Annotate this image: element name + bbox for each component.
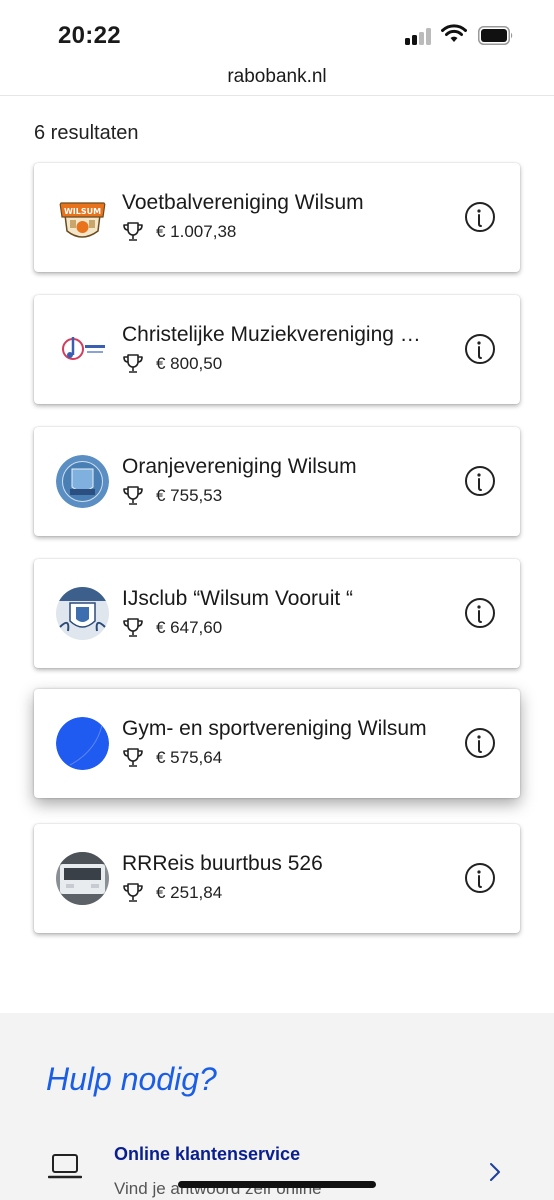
result-card[interactable]: Gym- en sportvereniging Wilsum € 575,64: [34, 689, 520, 798]
info-icon[interactable]: [464, 465, 496, 497]
battery-icon: [478, 26, 513, 45]
club-name: Oranjevereniging Wilsum: [122, 455, 357, 478]
url-text: rabobank.nl: [227, 66, 327, 87]
donation-amount: € 647,60: [156, 618, 223, 637]
wifi-icon: [441, 24, 467, 42]
help-title: Hulp nodig?: [46, 1061, 217, 1097]
home-indicator[interactable]: [178, 1181, 376, 1188]
help-section: Hulp nodig? Online klantenservice Vind j…: [0, 1013, 554, 1200]
results-count: 6 resultaten: [34, 122, 139, 144]
ice-club-crest-logo: [56, 587, 109, 640]
result-card[interactable]: IJsclub “Wilsum Vooruit “ € 647,60: [34, 559, 520, 668]
chevron-right-icon[interactable]: [488, 1161, 502, 1183]
info-icon[interactable]: [464, 862, 496, 894]
club-name: Voetbalvereniging Wilsum: [122, 191, 364, 214]
svg-text:WILSUM: WILSUM: [64, 207, 101, 216]
trophy-icon: [123, 883, 143, 902]
donation-amount: € 575,64: [156, 748, 223, 767]
club-name: IJsclub “Wilsum Vooruit “: [122, 587, 354, 610]
info-icon[interactable]: [464, 201, 496, 233]
result-card[interactable]: RRReis buurtbus 526 € 251,84: [34, 824, 520, 933]
laptop-icon: [48, 1154, 82, 1179]
donation-amount: € 251,84: [156, 883, 223, 902]
online-customer-service-link[interactable]: Online klantenservice: [114, 1144, 300, 1165]
trophy-icon: [123, 354, 143, 373]
status-time: 20:22: [58, 22, 121, 49]
music-note-logo: [56, 323, 109, 376]
trophy-icon: [123, 222, 143, 241]
result-card[interactable]: Oranjevereniging Wilsum € 755,53: [34, 427, 520, 536]
club-name: Gym- en sportvereniging Wilsum: [122, 717, 427, 740]
result-card[interactable]: Christelijke Muziekvereniging … € 800,50: [34, 295, 520, 404]
trophy-icon: [123, 618, 143, 637]
blue-seal-logo: [56, 455, 109, 508]
donation-amount: € 755,53: [156, 486, 223, 505]
donation-amount: € 800,50: [156, 354, 223, 373]
signal-icon: [405, 28, 433, 45]
url-bar[interactable]: rabobank.nl: [0, 62, 554, 96]
football-club-crest-logo: WILSUM: [56, 191, 109, 244]
result-card[interactable]: WILSUM Voetbalvereniging Wilsum € 1.007,…: [34, 163, 520, 272]
blue-circle-logo: [56, 717, 109, 770]
club-name: RRReis buurtbus 526: [122, 852, 323, 875]
bus-photo-logo: [56, 852, 109, 905]
club-name: Christelijke Muziekvereniging …: [122, 323, 421, 346]
status-bar: 20:22: [0, 0, 554, 64]
info-icon[interactable]: [464, 727, 496, 759]
trophy-icon: [123, 486, 143, 505]
trophy-icon: [123, 748, 143, 767]
info-icon[interactable]: [464, 597, 496, 629]
info-icon[interactable]: [464, 333, 496, 365]
donation-amount: € 1.007,38: [156, 222, 237, 241]
